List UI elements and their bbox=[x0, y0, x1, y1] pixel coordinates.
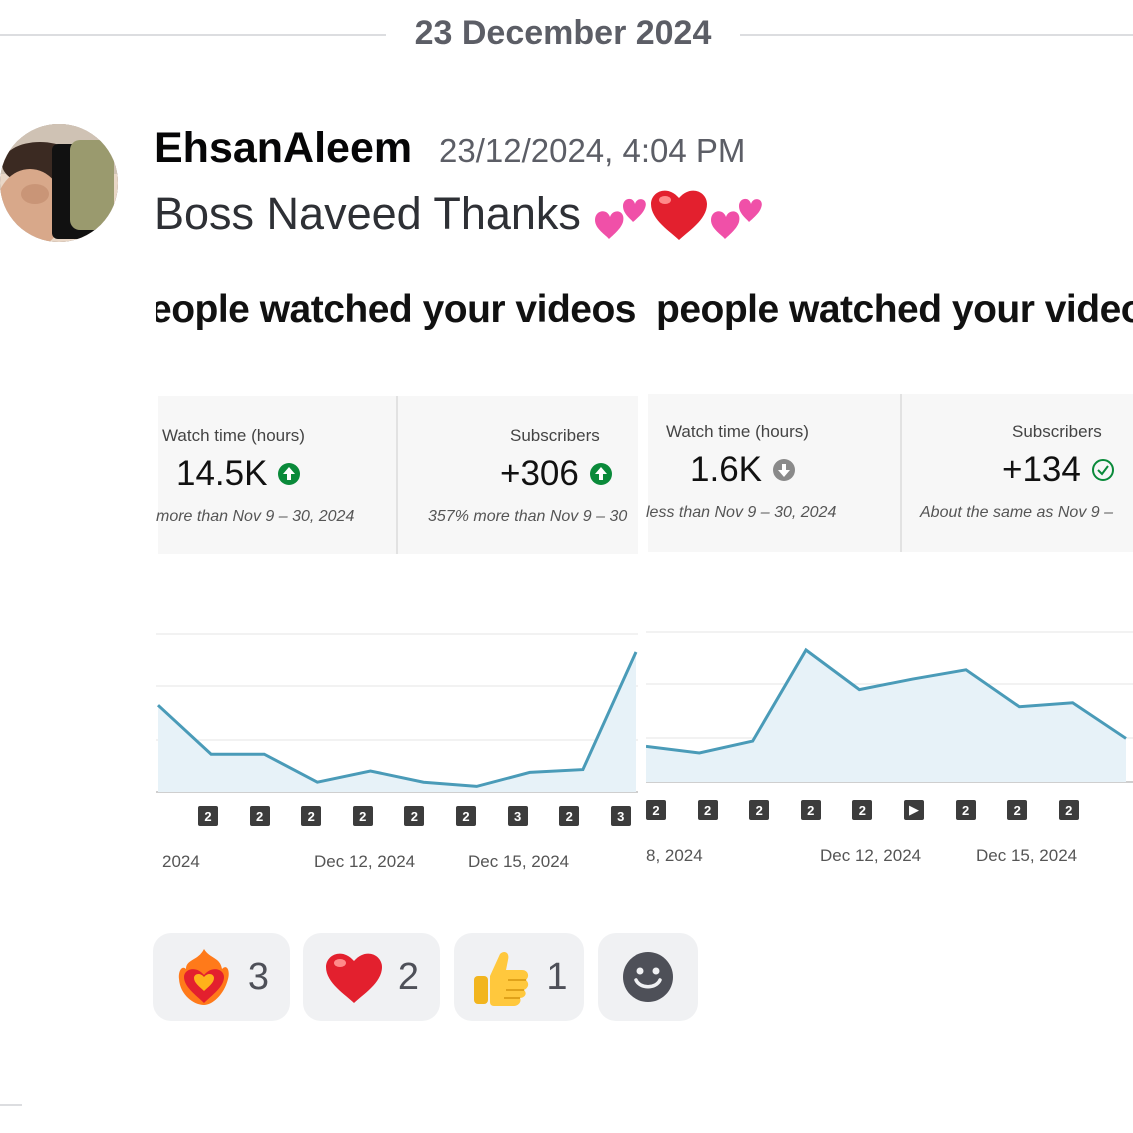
video-badge: 2 bbox=[352, 806, 373, 826]
analytics-panel-left: eople watched your videos Watch time (ho… bbox=[156, 270, 638, 910]
subscribers-note: 357% more than Nov 9 – 30 bbox=[428, 508, 628, 525]
x-axis-label: Dec 15, 2024 bbox=[468, 852, 570, 871]
watch-time-note: less than Nov 9 – 30, 2024 bbox=[646, 504, 837, 521]
video-badge: 2 bbox=[697, 800, 718, 820]
reaction-heart-on-fire[interactable]: 3 bbox=[153, 933, 290, 1021]
message-timestamp: 23/12/2024, 4:04 PM bbox=[439, 132, 746, 169]
date-divider-line-left bbox=[0, 34, 386, 36]
watch-time-note: more than Nov 9 – 30, 2024 bbox=[156, 508, 355, 525]
subscribers-label: Subscribers bbox=[510, 426, 600, 445]
watch-time-value: 14.5K bbox=[176, 454, 301, 494]
metric-separator bbox=[900, 394, 902, 552]
two-hearts-icon bbox=[710, 198, 762, 239]
message-content: Boss Naveed Thanks bbox=[154, 186, 765, 242]
video-badge: 2 bbox=[800, 800, 821, 820]
x-axis-label: 2024 bbox=[162, 852, 200, 871]
x-axis-label: 8, 2024 bbox=[646, 846, 703, 865]
video-badge: 2 bbox=[646, 800, 666, 820]
x-axis-label: Dec 12, 2024 bbox=[314, 852, 416, 871]
subscribers-note: About the same as Nov 9 – bbox=[920, 504, 1113, 521]
watch-time-value: 1.6K bbox=[690, 450, 796, 490]
analytics-panel-right: people watched your video Watch time (ho… bbox=[646, 270, 1133, 910]
check-circle-icon bbox=[1091, 459, 1114, 481]
add-reaction-icon bbox=[623, 952, 673, 1002]
date-divider-line-right bbox=[740, 34, 1133, 36]
x-axis-label: Dec 15, 2024 bbox=[976, 846, 1078, 865]
video-badge: 2 bbox=[852, 800, 873, 820]
date-divider-label: 23 December 2024 bbox=[414, 14, 712, 52]
subscribers-value: +134 bbox=[1002, 450, 1115, 490]
chart-area bbox=[646, 650, 1126, 782]
red-heart-icon bbox=[650, 190, 707, 240]
subscribers-value: +306 bbox=[500, 454, 613, 494]
line-chart-left bbox=[156, 633, 638, 793]
reaction-count: 1 bbox=[546, 955, 568, 998]
divider-line bbox=[0, 1104, 22, 1106]
video-badge: 2 bbox=[404, 806, 425, 826]
video-badge: ▶ bbox=[904, 800, 924, 820]
red-heart-icon bbox=[325, 953, 382, 1003]
watch-time-label: Watch time (hours) bbox=[666, 422, 809, 441]
video-badge: 2 bbox=[955, 800, 976, 820]
image-attachment[interactable]: eople watched your videos Watch time (ho… bbox=[156, 270, 1133, 910]
video-badge: 3 bbox=[610, 806, 631, 826]
down-arrow-icon bbox=[773, 459, 795, 481]
video-badge: 2 bbox=[301, 806, 322, 826]
video-badge: 2 bbox=[456, 806, 476, 826]
x-axis-label: Dec 12, 2024 bbox=[820, 846, 922, 865]
up-arrow-icon bbox=[278, 463, 301, 485]
line-chart-right bbox=[646, 631, 1133, 783]
heart-on-fire-icon bbox=[178, 949, 229, 1005]
subscribers-label: Subscribers bbox=[1012, 422, 1102, 441]
watch-time-label: Watch time (hours) bbox=[162, 426, 305, 445]
add-reaction-button[interactable] bbox=[598, 933, 698, 1021]
message-text: Boss Naveed Thanks bbox=[154, 188, 581, 239]
video-badge: 2 bbox=[198, 806, 218, 826]
video-badge: 2 bbox=[559, 806, 580, 826]
video-badge: 2 bbox=[1007, 800, 1028, 820]
username[interactable]: EhsanAleem bbox=[154, 124, 412, 173]
avatar[interactable] bbox=[0, 124, 118, 242]
video-badge: 2 bbox=[249, 806, 270, 826]
thumbs-up-icon bbox=[474, 952, 529, 1006]
reaction-thumbs-up[interactable]: 1 bbox=[454, 933, 584, 1021]
up-arrow-icon bbox=[589, 463, 612, 485]
metric-separator bbox=[396, 396, 398, 554]
reaction-red-heart[interactable]: 2 bbox=[303, 933, 440, 1021]
reaction-count: 3 bbox=[247, 955, 270, 998]
message-emojis bbox=[593, 186, 765, 242]
reaction-count: 2 bbox=[397, 955, 420, 998]
video-badge: 2 bbox=[1058, 800, 1079, 820]
panel-headline: people watched your video bbox=[656, 288, 1133, 331]
video-badge: 2 bbox=[749, 800, 770, 820]
panel-headline: eople watched your videos bbox=[156, 288, 636, 331]
two-hearts-icon bbox=[594, 198, 646, 239]
video-badge: 3 bbox=[507, 806, 528, 826]
